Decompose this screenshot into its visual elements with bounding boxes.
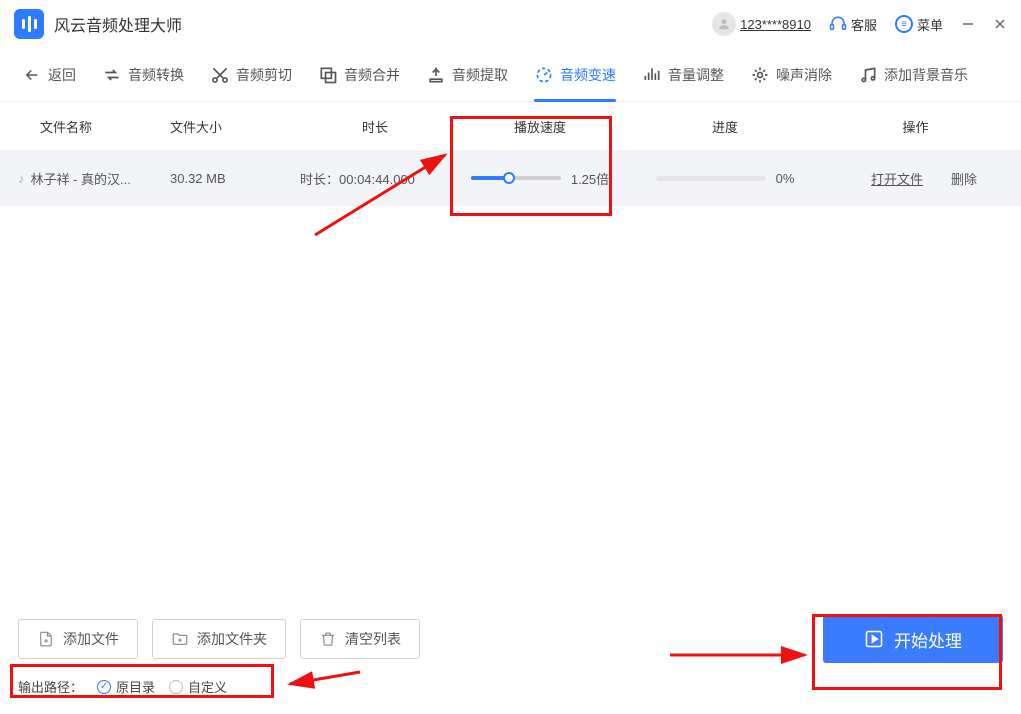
tab-label: 音频转换 xyxy=(128,65,184,85)
start-process-button[interactable]: 开始处理 xyxy=(823,615,1003,663)
add-folder-button[interactable]: 添加文件夹 xyxy=(152,619,286,659)
col-name: 文件名称 xyxy=(10,117,170,136)
app-title: 风云音频处理大师 xyxy=(54,12,182,36)
radio-original-label: 原目录 xyxy=(116,677,155,696)
back-icon xyxy=(22,65,42,85)
tab-bgm[interactable]: 添加背景音乐 xyxy=(846,55,980,95)
col-progress: 进度 xyxy=(630,117,820,136)
speed-slider[interactable] xyxy=(471,176,561,180)
titlebar: 风云音频处理大师 123****8910 客服 ≡ 菜单 xyxy=(0,0,1021,48)
play-icon xyxy=(864,629,884,649)
back-button[interactable]: 返回 xyxy=(10,55,88,95)
progress-value: 0% xyxy=(776,171,795,186)
minimize-button[interactable] xyxy=(961,17,975,31)
tab-merge[interactable]: 音频合并 xyxy=(306,55,412,95)
add-folder-label: 添加文件夹 xyxy=(197,629,267,649)
progress-bar xyxy=(656,176,766,181)
trash-icon xyxy=(319,630,337,648)
tab-extract[interactable]: 音频提取 xyxy=(414,55,520,95)
output-path-row: 输出路径： 原目录 自定义 xyxy=(18,677,1003,696)
clear-label: 清空列表 xyxy=(345,629,401,649)
output-label: 输出路径： xyxy=(18,677,83,696)
radio-checked-icon xyxy=(97,680,111,694)
headset-icon xyxy=(829,15,847,33)
table-header: 文件名称 文件大小 时长 播放速度 进度 操作 xyxy=(0,102,1021,150)
bottombar: 添加文件 添加文件夹 清空列表 开始处理 输出路径： 原目录 自定义 xyxy=(0,601,1021,714)
tab-label: 噪声消除 xyxy=(776,65,832,85)
col-ops: 操作 xyxy=(820,117,1011,136)
radio-unchecked-icon xyxy=(169,680,183,694)
col-size: 文件大小 xyxy=(170,117,300,136)
add-file-button[interactable]: 添加文件 xyxy=(18,619,138,659)
tab-label: 音频合并 xyxy=(344,65,400,85)
table-body: ♪ 林子祥 - 真的汉... 30.32 MB时长：00:04:44.000 1.25… xyxy=(0,150,1021,206)
noise-icon xyxy=(750,65,770,85)
add-file-label: 添加文件 xyxy=(63,629,119,649)
extract-icon xyxy=(426,65,446,85)
table-row: ♪ 林子祥 - 真的汉... 30.32 MB时长：00:04:44.000 1.25… xyxy=(0,150,1021,206)
speed-value: 1.25倍 xyxy=(571,169,609,188)
toolbar: 返回 音频转换 音频剪切 音频合并 音频提取 音频变速 音量调整 噪声消除 添加背景音乐 xyxy=(0,48,1021,102)
speed-icon xyxy=(534,65,554,85)
open-file-link[interactable]: 打开文件 xyxy=(871,169,923,188)
cut-icon xyxy=(210,65,230,85)
file-plus-icon xyxy=(37,630,55,648)
start-label: 开始处理 xyxy=(894,627,962,652)
merge-icon xyxy=(318,65,338,85)
avatar-icon xyxy=(712,12,736,36)
col-speed: 播放速度 xyxy=(450,117,630,136)
tab-label: 音量调整 xyxy=(668,65,724,85)
tab-noise[interactable]: 噪声消除 xyxy=(738,55,844,95)
tab-label: 添加背景音乐 xyxy=(884,65,968,85)
folder-plus-icon xyxy=(171,630,189,648)
music-note-icon: ♪ xyxy=(18,171,25,186)
clear-list-button[interactable]: 清空列表 xyxy=(300,619,420,659)
tab-volume[interactable]: 音量调整 xyxy=(630,55,736,95)
radio-custom-label: 自定义 xyxy=(188,677,227,696)
volume-icon xyxy=(642,65,662,85)
delete-link[interactable]: 删除 xyxy=(951,169,977,188)
tab-cut[interactable]: 音频剪切 xyxy=(198,55,304,95)
radio-original-dir[interactable]: 原目录 xyxy=(97,677,155,696)
tab-label: 音频提取 xyxy=(452,65,508,85)
menu-label: 菜单 xyxy=(917,15,943,34)
close-button[interactable] xyxy=(993,17,1007,31)
support-label: 客服 xyxy=(851,15,877,34)
file-name: 林子祥 - 真的汉... xyxy=(31,169,131,188)
bgm-icon xyxy=(858,65,878,85)
col-duration: 时长 xyxy=(300,117,450,136)
back-label: 返回 xyxy=(48,65,76,85)
menu-button[interactable]: ≡ 菜单 xyxy=(895,15,943,34)
file-duration: 时长：00:04:44.000 xyxy=(300,169,450,188)
user-account[interactable]: 123****8910 xyxy=(712,12,811,36)
app-logo xyxy=(14,9,44,39)
tab-convert[interactable]: 音频转换 xyxy=(90,55,196,95)
file-size: 30.32 MB xyxy=(170,171,300,186)
tab-speed[interactable]: 音频变速 xyxy=(522,55,628,95)
menu-icon: ≡ xyxy=(895,15,913,33)
user-id: 123****8910 xyxy=(740,17,811,32)
convert-icon xyxy=(102,65,122,85)
support-button[interactable]: 客服 xyxy=(829,15,877,34)
radio-custom-dir[interactable]: 自定义 xyxy=(169,677,227,696)
tab-label: 音频剪切 xyxy=(236,65,292,85)
tab-label: 音频变速 xyxy=(560,65,616,85)
